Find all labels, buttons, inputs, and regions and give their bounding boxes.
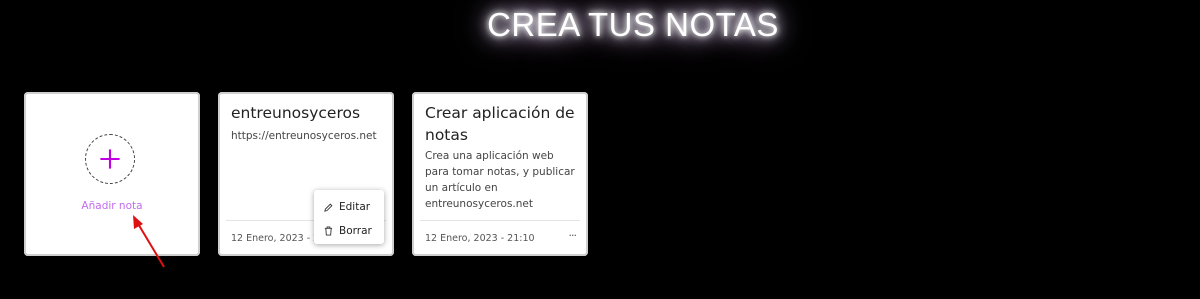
edit-menu-item[interactable]: Editar xyxy=(324,197,370,217)
pencil-icon xyxy=(324,203,333,212)
add-note-circle[interactable] xyxy=(85,134,135,184)
note-title: Crear aplicación de notas xyxy=(425,104,575,144)
note-title: entreunosyceros xyxy=(231,104,361,122)
note-description: https://entreunosyceros.net xyxy=(231,130,377,142)
plus-icon xyxy=(100,149,120,169)
add-note-card[interactable]: Añadir nota xyxy=(24,92,200,256)
note-description: Crea una aplicación web para tomar notas… xyxy=(425,150,575,210)
note-date: 12 Enero, 2023 - 22 xyxy=(231,233,326,244)
note-date: 12 Enero, 2023 - 21:10 xyxy=(425,233,535,244)
page-title: CREA TUS NOTAS xyxy=(487,6,779,43)
more-options-button[interactable]: ··· xyxy=(569,229,577,242)
note-context-menu: Editar Borrar xyxy=(314,190,384,244)
note-footer: 12 Enero, 2023 - 21:10 ··· xyxy=(420,220,580,244)
trash-icon xyxy=(324,226,333,236)
delete-menu-label: Borrar xyxy=(339,225,372,237)
delete-menu-item[interactable]: Borrar xyxy=(324,221,372,241)
add-note-label[interactable]: Añadir nota xyxy=(24,200,200,212)
note-card: Crear aplicación de notas Crea una aplic… xyxy=(412,92,588,256)
edit-menu-label: Editar xyxy=(339,201,371,213)
